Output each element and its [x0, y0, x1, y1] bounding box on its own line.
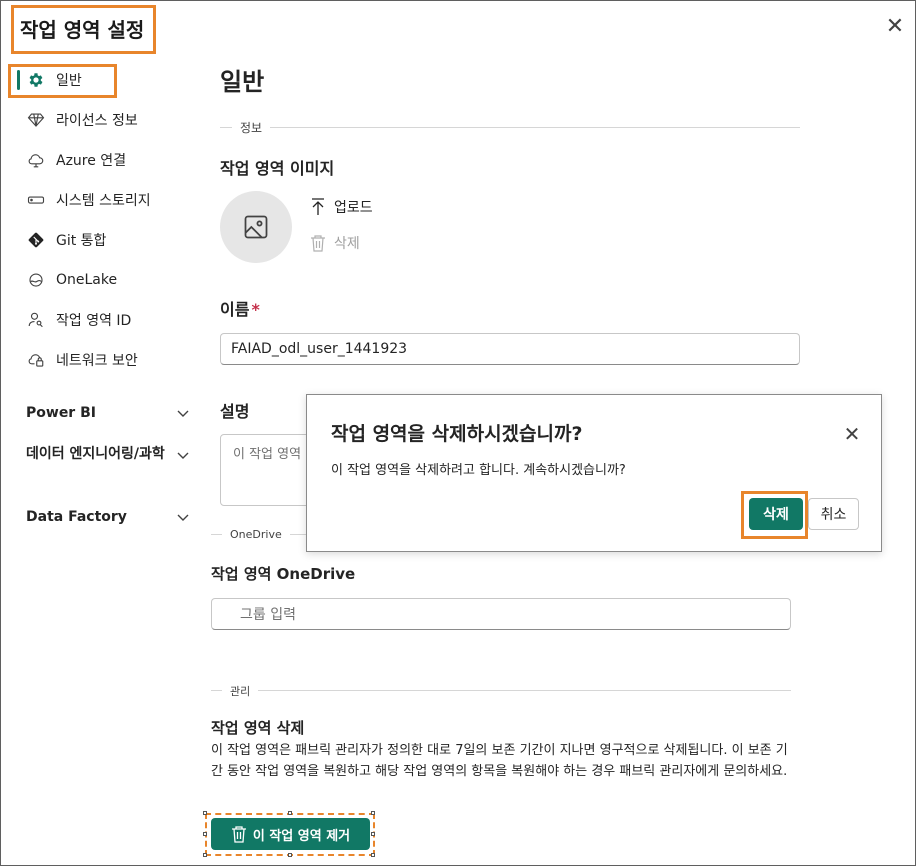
upload-icon — [312, 198, 324, 215]
dialog-message: 이 작업 영역을 삭제하려고 합니다. 계속하시겠습니까? — [331, 463, 626, 478]
resize-handle — [203, 832, 207, 836]
cancel-button[interactable]: 취소 — [808, 498, 859, 530]
sidebar-item-onelake[interactable]: OneLake — [26, 268, 117, 292]
gear-icon — [26, 70, 46, 90]
chevron-down-icon[interactable] — [175, 405, 191, 421]
sidebar-section-data-factory[interactable]: Data Factory — [26, 507, 176, 527]
delete-workspace-description: 이 작업 영역은 패브릭 관리자가 정의한 대로 7일의 보존 기간이 지나면 … — [211, 743, 788, 779]
upload-label: 업로드 — [334, 200, 373, 216]
resize-handle — [371, 811, 375, 815]
sidebar-item-network[interactable]: 네트워크 보안 — [26, 348, 138, 372]
sidebar-item-label: 네트워크 보안 — [56, 353, 138, 369]
description-placeholder: 이 작업 영역 — [233, 447, 302, 462]
delete-image-button[interactable]: 삭제 — [310, 233, 360, 253]
close-icon[interactable]: ✕ — [843, 424, 861, 444]
remove-button-label: 이 작업 영역 제거 — [252, 828, 351, 844]
sidebar-section-powerbi[interactable]: Power BI — [26, 403, 176, 423]
confirm-delete-button[interactable]: 삭제 — [749, 498, 803, 530]
name-label: 이름 * — [220, 296, 260, 320]
workspace-image-label: 작업 영역 이미지 — [220, 159, 335, 178]
resize-handle — [203, 811, 207, 815]
sidebar-item-label: Git 통합 — [56, 233, 107, 249]
selected-indicator — [17, 70, 20, 90]
delete-confirm-dialog: 작업 영역을 삭제하시겠습니까? ✕ 이 작업 영역을 삭제하려고 합니다. 계… — [306, 394, 882, 552]
sidebar-item-git[interactable]: Git 통합 — [26, 228, 106, 252]
resize-handle — [288, 853, 292, 857]
storage-icon — [26, 190, 46, 210]
upload-button[interactable]: 업로드 — [310, 197, 373, 217]
divider — [211, 690, 791, 691]
chevron-down-icon[interactable] — [175, 509, 191, 525]
sidebar-item-label: 라이선스 정보 — [56, 113, 138, 129]
trash-icon — [231, 825, 247, 843]
workspace-image-placeholder — [220, 191, 292, 263]
description-field[interactable]: 이 작업 영역 — [220, 434, 320, 506]
diamond-icon — [26, 110, 46, 130]
onedrive-label: 작업 영역 OneDrive — [211, 565, 356, 583]
resize-handle — [203, 853, 207, 857]
sidebar-item-label: 시스템 스토리지 — [56, 193, 151, 209]
name-field[interactable]: FAIAD_odl_user_1441923 — [220, 333, 800, 365]
resize-handle — [288, 811, 292, 815]
section-label-onedrive: OneDrive — [222, 528, 290, 541]
page-title: 일반 — [220, 68, 265, 96]
sidebar-item-license[interactable]: 라이선스 정보 — [26, 108, 138, 132]
onelake-icon — [26, 270, 46, 290]
sidebar-item-label: 작업 영역 ID — [56, 313, 132, 329]
section-label-info: 정보 — [232, 119, 271, 136]
cloud-lock-icon — [26, 350, 46, 370]
sidebar-section-data-engineering[interactable]: 데이터 엔지니어링/과학 — [26, 444, 176, 464]
description-label: 설명 — [220, 402, 250, 421]
remove-workspace-button[interactable]: 이 작업 영역 제거 — [211, 818, 370, 850]
required-mark: * — [251, 300, 260, 319]
onedrive-group-input[interactable]: 그룹 입력 — [211, 598, 791, 630]
section-label-manage: 관리 — [222, 683, 259, 699]
cloud-icon — [26, 150, 46, 170]
sidebar-item-storage[interactable]: 시스템 스토리지 — [26, 188, 151, 212]
sidebar-item-workspace-id[interactable]: 작업 영역 ID — [26, 308, 131, 332]
person-key-icon — [26, 310, 46, 330]
dialog-title: 작업 영역을 삭제하시겠습니까? — [331, 423, 583, 445]
delete-image-label: 삭제 — [334, 236, 360, 252]
git-icon — [26, 230, 46, 250]
resize-handle — [371, 853, 375, 857]
sidebar-item-label: OneLake — [56, 272, 118, 288]
name-field-value: FAIAD_odl_user_1441923 — [231, 341, 408, 357]
delete-workspace-label: 작업 영역 삭제 — [211, 719, 305, 737]
sidebar-item-label: 일반 — [56, 73, 82, 89]
divider — [220, 127, 800, 128]
resize-handle — [371, 832, 375, 836]
window-title: 작업 영역 설정 — [20, 18, 145, 42]
name-label-text: 이름 — [220, 300, 250, 319]
trash-icon — [311, 235, 325, 252]
sidebar-item-label: Azure 연결 — [56, 153, 127, 169]
onedrive-placeholder: 그룹 입력 — [240, 607, 296, 623]
close-icon[interactable]: ✕ — [884, 16, 906, 38]
image-icon — [244, 215, 268, 239]
sidebar-item-azure[interactable]: Azure 연결 — [26, 148, 126, 172]
chevron-down-icon[interactable] — [175, 447, 191, 463]
sidebar-item-general[interactable]: 일반 — [26, 68, 82, 92]
